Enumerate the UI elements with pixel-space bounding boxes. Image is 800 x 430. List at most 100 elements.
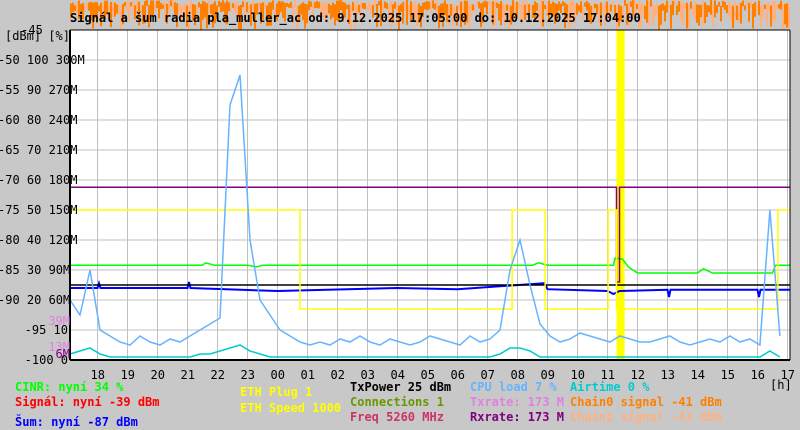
legend-freq: Freq 5260 MHz xyxy=(350,410,444,424)
chain-signal-mark xyxy=(368,1,370,11)
chart-title: Signál a šum radia pla_muller_ac od: 9.1… xyxy=(70,11,641,25)
legend-airtime: Airtime 0 % xyxy=(570,380,650,394)
chain-signal-mark xyxy=(744,5,746,11)
chain-signal-mark xyxy=(124,1,126,7)
chain-signal-mark xyxy=(458,3,460,10)
x-tick-label: 23 xyxy=(240,368,255,382)
chain-signal-mark xyxy=(272,0,274,10)
chain-signal-mark xyxy=(766,3,768,25)
chain-signal-mark xyxy=(762,4,764,19)
chain-signal-mark xyxy=(432,0,434,9)
x-tick-label: 20 xyxy=(150,368,165,382)
chain-signal-mark xyxy=(672,0,674,16)
x-tick-label: 02 xyxy=(330,368,345,382)
legend-txpower: TxPower 25 dBm xyxy=(350,380,452,394)
chain-signal-mark xyxy=(772,2,774,24)
chain-signal-mark xyxy=(384,1,386,9)
chain-signal-mark xyxy=(668,3,670,8)
chain-signal-mark xyxy=(156,0,158,8)
chain-signal-mark xyxy=(686,2,688,29)
chain-signal-mark xyxy=(720,5,722,22)
chain-signal-mark xyxy=(778,3,780,9)
chain-signal-mark xyxy=(788,4,790,29)
chain-signal-mark xyxy=(364,3,366,10)
legend-chain1: Chain1 signal -43 dBm xyxy=(570,410,722,424)
chain-signal-mark xyxy=(290,1,292,8)
chain-signal-mark xyxy=(172,0,174,11)
x-tick-label: 13 xyxy=(660,368,675,382)
chain-signal-mark xyxy=(692,5,694,16)
chain-signal-mark xyxy=(710,0,712,15)
chain-signal-mark xyxy=(346,4,348,10)
chain-signal-mark xyxy=(704,2,706,24)
chain-signal-mark xyxy=(650,0,652,7)
chain-signal-mark xyxy=(718,2,720,7)
chain-signal-mark xyxy=(586,0,588,11)
legend-chain0: Chain0 signal -41 dBm xyxy=(570,395,722,409)
chain-signal-mark xyxy=(776,4,778,10)
legend-signal: Signál: nyní -39 dBm xyxy=(15,395,160,409)
chain-signal-mark xyxy=(544,4,546,10)
legend-eth-plug: ETH Plug 1 xyxy=(240,385,313,399)
chain-signal-mark xyxy=(752,3,754,29)
chain-signal-mark xyxy=(740,2,742,24)
chain-signal-mark xyxy=(584,2,586,7)
chain-signal-mark xyxy=(680,1,682,21)
chain-signal-mark xyxy=(170,0,172,7)
rate-tick-label: 39M xyxy=(48,314,70,328)
chain-signal-mark xyxy=(314,2,316,9)
chain-signal-mark xyxy=(742,0,744,7)
chain-signal-mark xyxy=(688,5,690,29)
y-axis-unit: [dBm] [%] xyxy=(4,29,70,43)
chain-signal-mark xyxy=(690,1,692,9)
plot-area xyxy=(70,30,790,360)
chain-signal-mark xyxy=(694,1,696,20)
chain-signal-mark xyxy=(682,3,684,26)
legend-eth-speed: ETH Speed 1000 xyxy=(240,401,342,415)
chain-signal-mark xyxy=(496,2,498,9)
chain-signal-mark xyxy=(666,0,668,13)
x-tick-label: 22 xyxy=(210,368,225,382)
chart-svg xyxy=(69,0,791,361)
y-tick-label: -50 100 300M xyxy=(0,53,85,67)
chain-signal-mark xyxy=(696,4,698,23)
chain-signal-mark xyxy=(316,0,318,9)
chain-signal-mark xyxy=(712,3,714,26)
chain-signal-mark xyxy=(362,2,364,9)
chain-signal-mark xyxy=(784,3,786,25)
chain-signal-mark xyxy=(770,5,772,27)
x-tick-label: 06 xyxy=(450,368,465,382)
chain-signal-mark xyxy=(748,2,750,22)
chain-signal-mark xyxy=(708,5,710,13)
chain-signal-mark xyxy=(702,1,704,26)
chain-signal-mark xyxy=(724,1,726,11)
chain-signal-mark xyxy=(286,2,288,7)
chain-signal-mark xyxy=(706,4,708,18)
chain-signal-mark xyxy=(726,5,728,14)
chain-signal-mark xyxy=(288,3,290,8)
chain-signal-mark xyxy=(746,1,748,8)
chain-signal-mark xyxy=(764,4,766,9)
chain-signal-mark xyxy=(660,4,662,25)
chain-signal-mark xyxy=(630,1,632,7)
chain-signal-mark xyxy=(738,3,740,23)
x-tick-label: 16 xyxy=(750,368,765,382)
chain-signal-mark xyxy=(700,4,702,18)
chain-signal-mark xyxy=(488,1,490,6)
legend-txrate: Txrate: 173 M xyxy=(470,395,564,409)
chain-signal-mark xyxy=(644,5,646,20)
chain-signal-mark xyxy=(780,0,782,10)
chain-signal-mark xyxy=(374,0,376,8)
chain-signal-mark xyxy=(782,3,784,30)
chain-signal-mark xyxy=(378,1,380,6)
chain-signal-mark xyxy=(734,1,736,20)
chain-signal-mark xyxy=(750,1,752,8)
chain-signal-mark xyxy=(506,4,508,11)
chain-signal-mark xyxy=(308,0,310,11)
chain-signal-mark xyxy=(518,1,520,9)
chain-signal-mark xyxy=(760,5,762,27)
x-tick-label: 14 xyxy=(690,368,705,382)
rate-tick-label: 6M xyxy=(55,347,70,361)
legend-connections: Connections 1 xyxy=(350,395,444,409)
chain-signal-mark xyxy=(428,1,430,10)
